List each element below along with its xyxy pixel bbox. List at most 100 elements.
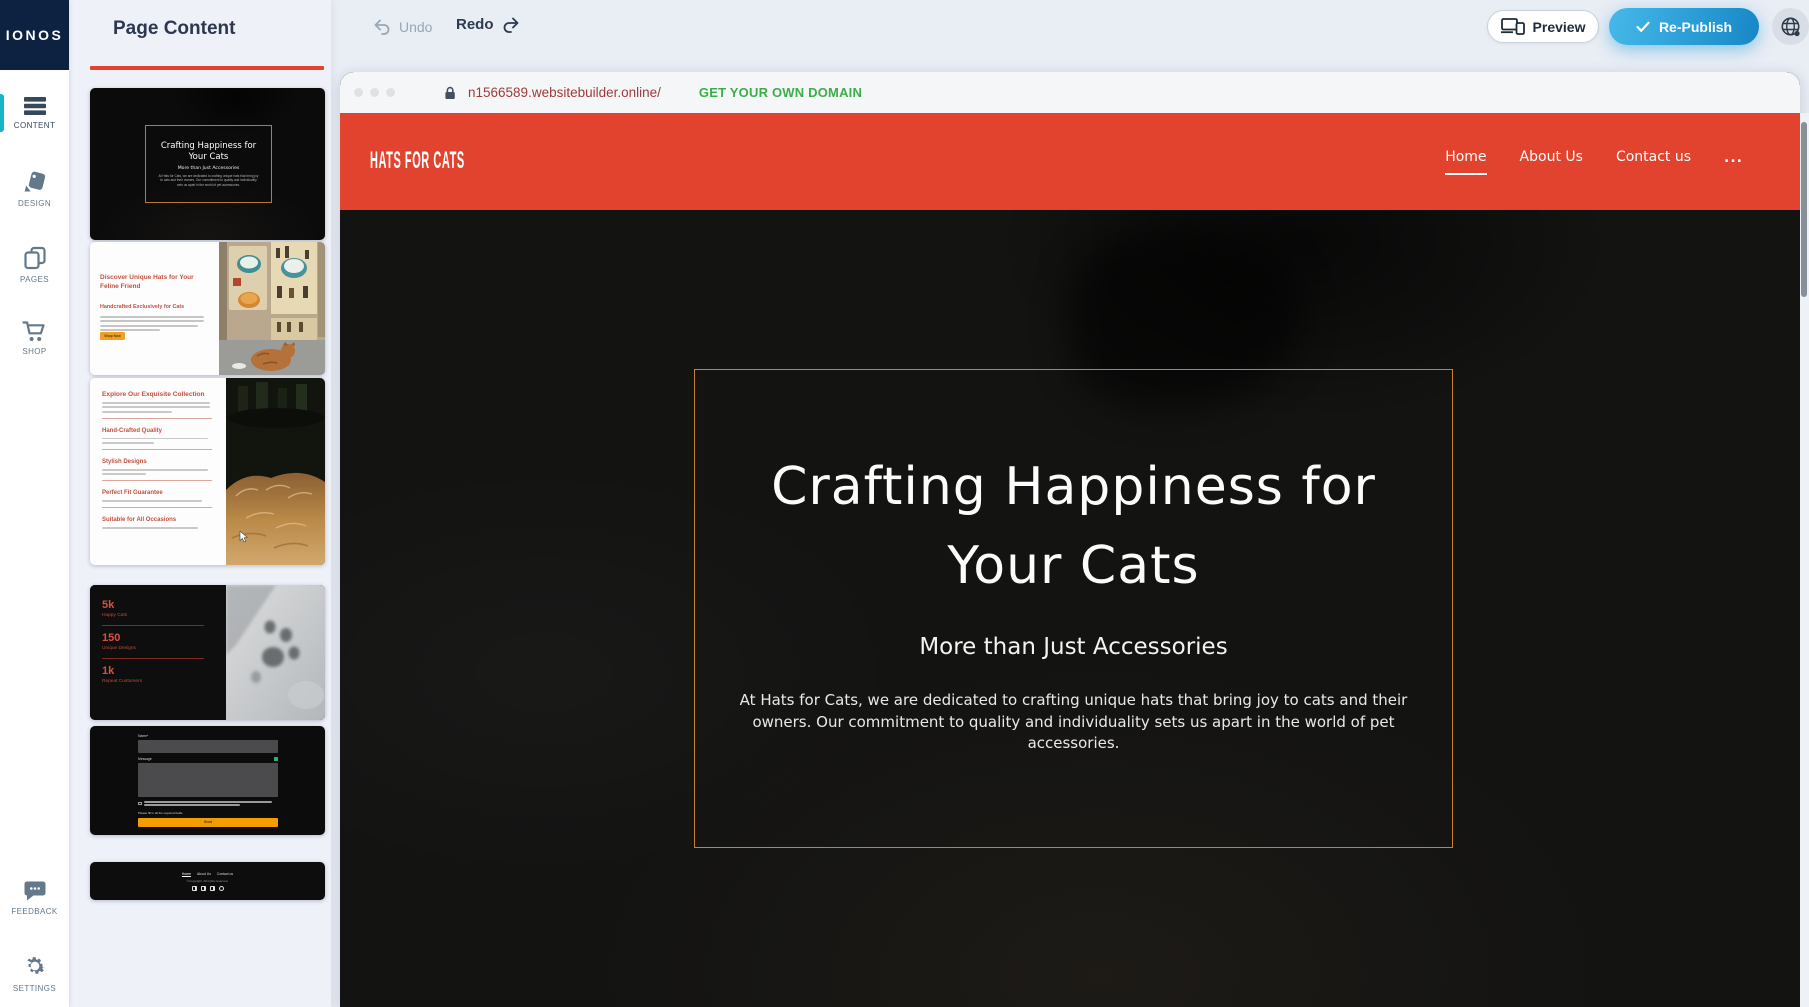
collection-thumb-text-panel: Explore Our Exquisite Collection Hand-Cr… [90, 378, 226, 565]
preview-button[interactable]: Preview [1487, 10, 1599, 43]
preview-label: Preview [1533, 19, 1586, 35]
street-cat-photo [219, 242, 325, 375]
discover-thumb-text-panel: Discover Unique Hats for Your Feline Fri… [90, 242, 219, 375]
form-message-textarea [138, 763, 278, 797]
footer-copyright: ©Copyright. All rights reserved. [187, 879, 228, 883]
hero-body-text: At Hats for Cats, we are dedicated to cr… [729, 690, 1419, 755]
check-icon [1636, 21, 1650, 33]
app-sidebar: IONOS CONTENT DESIGN PAGES SHOP [0, 0, 69, 1007]
globe-icon [1780, 16, 1801, 37]
form-thumb-content: Name* Message Please fill in all the req… [138, 734, 278, 827]
lock-icon [444, 86, 456, 100]
browser-chrome: n1566589.websitebuilder.online/ GET YOUR… [340, 72, 1800, 113]
facebook-icon [192, 886, 197, 891]
section-thumbnail-hero[interactable]: Crafting Happiness forYour Cats More tha… [90, 88, 325, 240]
devices-icon [1501, 18, 1525, 35]
window-dot [354, 88, 363, 97]
instagram-icon [219, 886, 224, 891]
mouse-cursor-icon [239, 531, 249, 543]
divider [102, 507, 212, 508]
section-thumbnail-stats[interactable]: 5k Happy Cats 150 Unique Designs 1k Repe… [90, 585, 325, 720]
collection-heading: Suitable for All Occasions [102, 517, 214, 523]
footer-link: Contact us [217, 872, 233, 876]
sidebar-item-feedback[interactable]: FEEDBACK [0, 880, 69, 916]
sidebar-item-settings[interactable]: SETTINGS [0, 953, 69, 993]
nav-about-us[interactable]: About Us [1520, 149, 1583, 175]
hero-thumb-subtitle: More than Just Accessories [178, 166, 240, 171]
sidebar-item-shop[interactable]: SHOP [0, 320, 69, 356]
image-upload-icon [274, 757, 278, 761]
form-send-button: Send [138, 818, 278, 827]
sidebar-item-label: SHOP [22, 347, 46, 356]
ionos-logo[interactable]: IONOS [0, 0, 69, 70]
hero-section[interactable]: Crafting Happiness forYour Cats More tha… [340, 210, 1800, 1007]
feedback-icon [23, 880, 47, 902]
section-thumbnail-contact-form[interactable]: Name* Message Please fill in all the req… [90, 726, 325, 835]
hero-thumb-frame: Crafting Happiness forYour Cats More tha… [145, 125, 272, 203]
discover-thumb-heading: Discover Unique Hats for Your Feline Fri… [100, 273, 206, 291]
republish-button[interactable]: Re-Publish [1609, 8, 1759, 45]
twitter-icon [201, 886, 206, 891]
site-nav: Home About Us Contact us ... [1445, 149, 1743, 175]
page-content-panel: Page Content Crafting Happiness forYour … [69, 0, 331, 1007]
get-domain-link[interactable]: GET YOUR OWN DOMAIN [699, 85, 862, 100]
sidebar-item-pages[interactable]: PAGES [0, 246, 69, 284]
content-icon [23, 96, 47, 116]
collection-heading: Stylish Designs [102, 459, 214, 465]
hero-subtitle: More than Just Accessories [919, 634, 1227, 660]
hero-thumb-body: At Hats for Cats, we are dedicated to cr… [158, 174, 260, 187]
stats-thumb-text-panel: 5k Happy Cats 150 Unique Designs 1k Repe… [90, 585, 226, 720]
redo-button[interactable]: Redo [456, 16, 521, 33]
sidebar-item-label: FEEDBACK [11, 907, 57, 916]
section-thumbnail-discover[interactable]: Discover Unique Hats for Your Feline Fri… [90, 242, 325, 375]
sidebar-item-label: SETTINGS [13, 984, 56, 993]
placeholder-text-lines [100, 316, 204, 334]
site-header: HATS FOR CATS Home About Us Contact us .… [340, 113, 1800, 210]
undo-label: Undo [399, 19, 432, 35]
linkedin-icon [210, 886, 215, 891]
hero-text-block[interactable]: Crafting Happiness forYour Cats More tha… [694, 369, 1453, 848]
divider [102, 625, 204, 626]
sidebar-item-label: CONTENT [14, 121, 55, 130]
hero-title: Crafting Happiness forYour Cats [771, 448, 1376, 606]
site-brand[interactable]: HATS FOR CATS [370, 148, 465, 175]
section-thumbnail-collection[interactable]: Explore Our Exquisite Collection Hand-Cr… [90, 378, 325, 565]
language-globe-button[interactable] [1772, 8, 1809, 45]
settings-icon [22, 953, 48, 979]
divider [102, 449, 212, 450]
stat-label: Repeat Customers [102, 679, 226, 684]
form-message-label: Message [138, 757, 152, 761]
section-thumbnail-footer[interactable]: Home About Us Contact us ©Copyright. All… [90, 862, 325, 900]
stat-label: Happy Cats [102, 613, 226, 618]
form-required-note: Please fill in all the required fields [138, 811, 278, 815]
form-consent-checkbox [138, 801, 278, 808]
sidebar-item-content[interactable]: CONTENT [0, 96, 69, 130]
window-dot [386, 88, 395, 97]
site-url: n1566589.websitebuilder.online/ [468, 85, 661, 100]
footer-link: About Us [197, 872, 211, 876]
preview-scrollbar-thumb[interactable] [1801, 122, 1807, 297]
sidebar-item-design[interactable]: DESIGN [0, 170, 69, 208]
form-name-label: Name* [138, 734, 278, 738]
republish-label: Re-Publish [1659, 19, 1732, 35]
footer-link: Home [182, 872, 191, 876]
stat-value: 1k [102, 665, 226, 677]
paw-print-photo [226, 585, 325, 720]
form-name-input [138, 740, 278, 753]
footer-thumb-content: Home About Us Contact us ©Copyright. All… [90, 862, 325, 900]
header-section-thumbnail[interactable] [90, 66, 324, 70]
sidebar-item-label: DESIGN [18, 199, 51, 208]
nav-home[interactable]: Home [1445, 149, 1486, 175]
redo-icon [502, 16, 521, 33]
undo-button[interactable]: Undo [372, 18, 432, 35]
nav-contact-us[interactable]: Contact us [1616, 149, 1691, 175]
design-icon [23, 170, 47, 194]
panel-title: Page Content [113, 18, 235, 40]
preview-scrollbar-track[interactable] [1800, 113, 1809, 1007]
stat-label: Unique Designs [102, 646, 226, 651]
collection-heading: Explore Our Exquisite Collection [102, 391, 214, 398]
social-icons [192, 886, 224, 891]
nav-more-button[interactable]: ... [1724, 150, 1743, 174]
stat-value: 150 [102, 632, 226, 644]
stat-value: 5k [102, 599, 226, 611]
